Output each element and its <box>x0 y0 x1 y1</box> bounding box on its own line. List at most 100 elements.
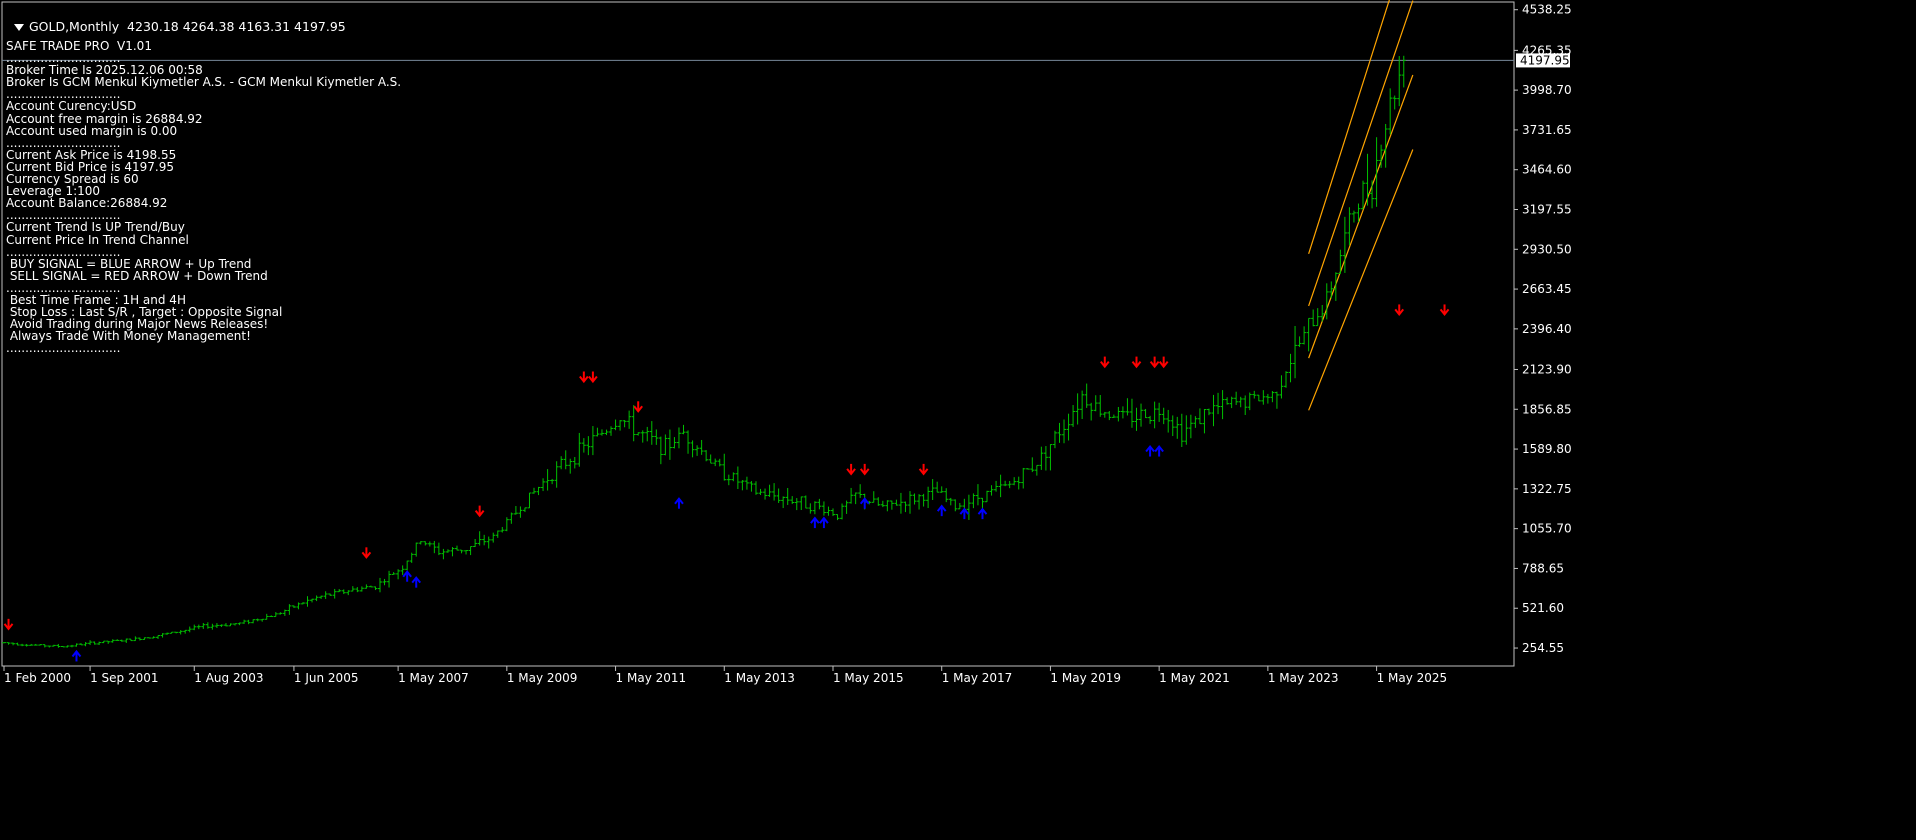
ohlc-bar <box>1265 393 1270 404</box>
ohlc-bar <box>436 542 441 556</box>
ohlc-bar <box>568 458 573 474</box>
ohlc-bar <box>599 429 604 436</box>
ohlc-bar <box>581 438 586 453</box>
ohlc-bar <box>998 474 1003 498</box>
ohlc-bar <box>88 640 93 645</box>
buy-arrow <box>71 649 82 662</box>
ohlc-bar <box>1202 408 1207 434</box>
ohlc-bar <box>753 481 758 495</box>
y-tick-label: 2930.50 <box>1522 242 1572 256</box>
buy-arrow <box>859 497 870 509</box>
ohlc-bar <box>2 642 6 644</box>
ohlc-bar <box>1021 467 1026 489</box>
ohlc-bar <box>115 639 120 641</box>
ohlc-bar <box>1129 398 1134 428</box>
ohlc-bar <box>1211 394 1216 427</box>
signal-arrows <box>3 304 1450 662</box>
ohlc-bar <box>1306 317 1311 352</box>
sell-arrow <box>1149 356 1160 369</box>
ohlc-bar <box>477 531 482 546</box>
ohlc-bar <box>1048 444 1053 471</box>
ohlc-bar <box>880 500 885 508</box>
info-lines: .............................. Broker Tim… <box>6 52 426 354</box>
sell-arrow <box>1394 304 1405 317</box>
ohlc-bar <box>849 487 854 504</box>
ohlc-bar <box>1229 396 1234 409</box>
ohlc-bar <box>500 526 505 533</box>
ohlc-bar <box>926 486 931 509</box>
ohlc-bar <box>323 591 328 599</box>
ohlc-bar <box>1075 393 1080 425</box>
sell-arrow <box>588 371 598 384</box>
ohlc-bar <box>898 492 903 514</box>
ohlc-bar <box>871 491 876 503</box>
sell-arrow <box>633 401 643 413</box>
ohlc-bar <box>640 430 645 443</box>
ohlc-bar <box>536 486 541 496</box>
x-tick-label: 1 May 2009 <box>507 671 578 685</box>
ohlc-bar <box>47 645 52 648</box>
buy-arrow <box>819 516 829 529</box>
ohlc-bar <box>690 440 695 458</box>
ohlc-bar <box>830 508 835 517</box>
ohlc-bar <box>667 429 672 460</box>
ohlc-bar <box>350 586 355 592</box>
ohlc-bar <box>151 636 156 639</box>
ohlc-bar <box>713 458 718 467</box>
ohlc-bar <box>645 426 650 442</box>
x-tick-label: 1 May 2021 <box>1159 671 1230 685</box>
ohlc-bar <box>1252 390 1257 399</box>
ohlc-bar <box>522 507 527 513</box>
y-tick-label: 1055.70 <box>1522 522 1572 536</box>
ohlc-bar <box>282 609 287 616</box>
ohlc-bar <box>341 589 346 595</box>
ohlc-bar <box>192 624 197 631</box>
ohlc-bar <box>269 615 274 618</box>
ohlc-bar <box>459 549 464 554</box>
ohlc-bar <box>233 623 238 626</box>
ohlc-bar <box>156 635 161 639</box>
y-tick-label: 1589.80 <box>1522 442 1572 456</box>
ohlc-bar <box>1274 391 1279 409</box>
ohlc-bar <box>1247 392 1252 411</box>
ohlc-bar <box>1093 395 1098 412</box>
ohlc-bar <box>346 590 351 596</box>
ohlc-bar <box>187 626 192 633</box>
x-tick-label: 1 May 2013 <box>724 671 795 685</box>
ohlc-bar <box>1338 249 1343 274</box>
ohlc-bar <box>953 499 958 512</box>
ohlc-bar <box>418 541 423 545</box>
ohlc-bar <box>364 584 369 589</box>
ohlc-bar <box>989 485 994 496</box>
ohlc-bar <box>223 623 228 627</box>
ohlc-bar <box>305 596 310 607</box>
x-tick-label: 1 May 2025 <box>1377 671 1448 685</box>
ohlc-bar <box>794 498 799 511</box>
dropdown-triangle-icon[interactable] <box>13 24 24 31</box>
ohlc-bar <box>38 644 43 646</box>
y-tick-label: 2123.90 <box>1522 362 1572 376</box>
ohlc-bar <box>377 577 382 593</box>
ohlc-bar <box>228 623 233 627</box>
ohlc-bar <box>1388 88 1393 135</box>
buy-arrow <box>674 497 684 509</box>
ohlc-bar <box>441 548 446 560</box>
info-line: .............................. <box>6 341 121 356</box>
symbol-label: GOLD,Monthly <box>28 19 120 34</box>
ohlc-bar <box>29 643 34 646</box>
ohlc-bar <box>676 427 681 449</box>
ohlc-bar <box>785 487 790 505</box>
x-tick-label: 1 Jun 2005 <box>294 671 359 685</box>
buy-arrow <box>402 570 412 582</box>
ohlc-bar <box>246 619 251 625</box>
ohlc-bar <box>1016 476 1021 490</box>
ohlc-bar <box>939 486 944 493</box>
ohlc-bar <box>559 456 564 470</box>
ohlc-bar <box>658 436 663 465</box>
ohlc-bar <box>1007 480 1012 489</box>
ohlc-bar <box>708 454 713 464</box>
chart-header: GOLD,Monthly 4230.18 4264.38 4163.31 419… <box>6 4 346 34</box>
ohlc-bar <box>1392 95 1397 110</box>
ohlc-bar <box>1166 409 1171 433</box>
sell-arrow <box>1100 356 1110 369</box>
